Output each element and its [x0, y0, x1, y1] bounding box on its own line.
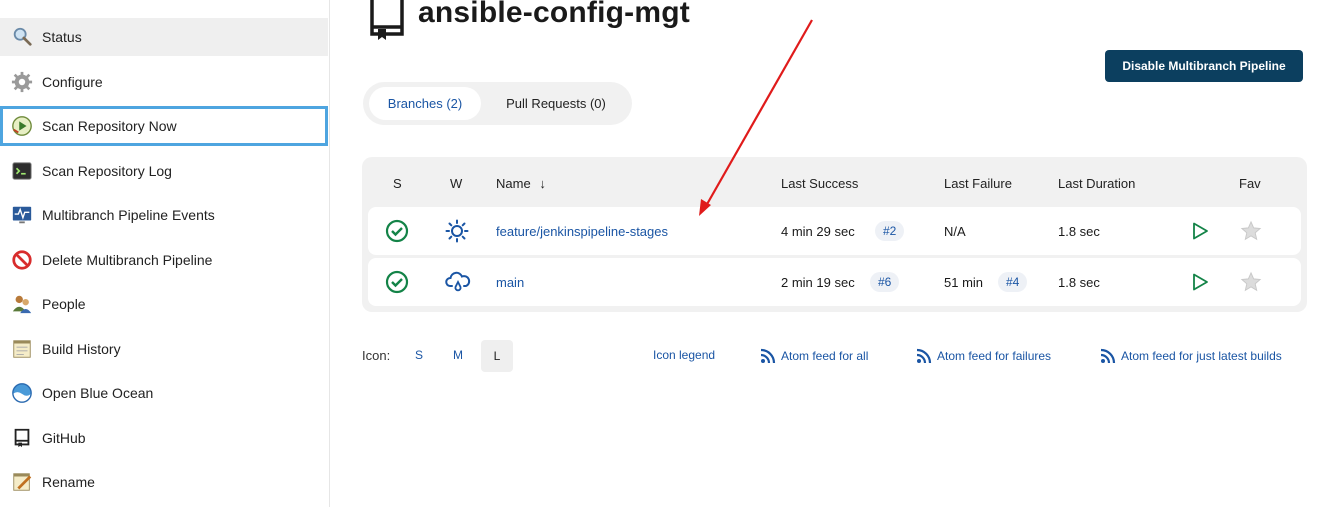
sidebar-item-people[interactable]: People [0, 285, 328, 323]
atom-feed-all-link[interactable]: Atom feed for all [760, 348, 868, 364]
build-play-icon[interactable] [1190, 207, 1210, 255]
disable-multibranch-pipeline-button[interactable]: Disable Multibranch Pipeline [1105, 50, 1303, 82]
sidebar-item-status[interactable]: Status [0, 18, 328, 56]
icon-size-label: Icon: [362, 348, 391, 363]
clock-play-icon [10, 114, 34, 138]
sidebar-item-scan-repository-now[interactable]: Scan Repository Now [0, 106, 328, 146]
last-failure-time: N/A [944, 223, 966, 239]
column-header-status[interactable]: S [393, 176, 402, 191]
success-check-icon [385, 258, 409, 306]
column-header-last-success[interactable]: Last Success [781, 176, 858, 191]
success-check-icon [385, 207, 409, 255]
build-play-icon[interactable] [1190, 258, 1210, 306]
rss-icon [916, 348, 932, 364]
sidebar-item-label: Configure [42, 74, 103, 90]
build-number: #4 [998, 272, 1028, 292]
last-duration: 1.8 sec [1058, 274, 1100, 290]
favorite-star-icon[interactable] [1240, 207, 1262, 255]
sidebar-item-label: Build History [42, 341, 121, 357]
sidebar-item-scan-repository-log[interactable]: Scan Repository Log [0, 152, 328, 190]
sidebar-item-label: GitHub [42, 430, 86, 446]
monitor-pulse-icon [10, 203, 34, 227]
icon-size-l[interactable]: L [481, 340, 513, 372]
atom-feed-failures-link[interactable]: Atom feed for failures [916, 348, 1051, 364]
last-success-time: 4 min 29 sec [781, 223, 855, 239]
last-success-time: 2 min 19 sec [781, 274, 855, 290]
sidebar-item-label: Open Blue Ocean [42, 385, 154, 401]
icon-size-m[interactable]: M [453, 348, 463, 362]
column-header-name[interactable]: Name ↓ [496, 176, 546, 191]
sidebar-item-label: Delete Multibranch Pipeline [42, 252, 213, 268]
last-success-build-link[interactable]: #6 [870, 258, 900, 306]
branch-tabs: Branches (2) Pull Requests (0) [363, 82, 632, 125]
branches-table: S W Name ↓ Last Success Last Failure Las… [362, 157, 1307, 312]
sidebar-item-build-history[interactable]: Build History [0, 330, 328, 368]
magnifier-icon [10, 25, 34, 49]
atom-feed-failures-label: Atom feed for failures [937, 349, 1052, 363]
table-row: feature/jenkinspipeline-stages 4 min 29 … [368, 207, 1301, 255]
sidebar-item-delete-multibranch-pipeline[interactable]: Delete Multibranch Pipeline [0, 241, 328, 279]
sidebar-item-rename[interactable]: Rename [0, 463, 328, 501]
column-header-weather[interactable]: W [450, 176, 462, 191]
atom-feed-latest-link[interactable]: Atom feed for just latest builds [1100, 348, 1282, 364]
icon-size-s[interactable]: S [415, 348, 423, 362]
sidebar: Status Configure Scan Repository Now Sca… [0, 0, 330, 507]
people-icon [10, 292, 34, 316]
gear-icon [10, 70, 34, 94]
sidebar-item-github[interactable]: GitHub [0, 419, 328, 457]
build-number: #2 [875, 221, 905, 241]
last-failure-build-link[interactable]: #4 [998, 258, 1028, 306]
notepad-pencil-icon [10, 470, 34, 494]
weather-rain-icon [445, 258, 471, 306]
atom-feed-latest-label: Atom feed for just latest builds [1121, 349, 1282, 363]
sidebar-item-label: Rename [42, 474, 95, 490]
sidebar-item-open-blue-ocean[interactable]: Open Blue Ocean [0, 374, 328, 412]
last-duration: 1.8 sec [1058, 223, 1100, 239]
sidebar-item-label: People [42, 296, 86, 312]
column-header-name-label: Name [496, 176, 531, 191]
rss-icon [1100, 348, 1116, 364]
sidebar-item-label: Status [42, 29, 82, 45]
sidebar-item-label: Scan Repository Log [42, 163, 172, 179]
blue-ocean-icon [10, 381, 34, 405]
column-header-last-duration[interactable]: Last Duration [1058, 176, 1135, 191]
page-title: ansible-config-mgt [418, 0, 690, 29]
favorite-star-icon[interactable] [1240, 258, 1262, 306]
branch-link[interactable]: main [496, 258, 524, 306]
sidebar-item-configure[interactable]: Configure [0, 63, 328, 101]
build-number: #6 [870, 272, 900, 292]
terminal-icon [10, 159, 34, 183]
column-header-last-failure[interactable]: Last Failure [944, 176, 1012, 191]
weather-sunny-icon [445, 207, 469, 255]
last-failure-time: 51 min [944, 274, 984, 290]
column-header-fav: Fav [1239, 176, 1261, 191]
atom-feed-all-label: Atom feed for all [781, 349, 869, 363]
table-row: main 2 min 19 sec #6 51 min #4 1.8 sec [368, 258, 1301, 306]
branch-link[interactable]: feature/jenkinspipeline-stages [496, 207, 668, 255]
sidebar-item-label: Scan Repository Now [42, 118, 177, 134]
notepad-icon [10, 337, 34, 361]
tab-pull-requests[interactable]: Pull Requests (0) [491, 87, 621, 120]
no-entry-icon [10, 248, 34, 272]
sort-down-icon: ↓ [539, 176, 546, 191]
tab-branches[interactable]: Branches (2) [369, 87, 481, 120]
last-success-build-link[interactable]: #2 [875, 207, 905, 255]
icon-legend-link[interactable]: Icon legend [653, 348, 715, 362]
repository-icon [370, 0, 404, 40]
repo-icon [10, 426, 34, 450]
sidebar-item-multibranch-pipeline-events[interactable]: Multibranch Pipeline Events [0, 196, 328, 234]
rss-icon [760, 348, 776, 364]
sidebar-item-label: Multibranch Pipeline Events [42, 207, 215, 223]
